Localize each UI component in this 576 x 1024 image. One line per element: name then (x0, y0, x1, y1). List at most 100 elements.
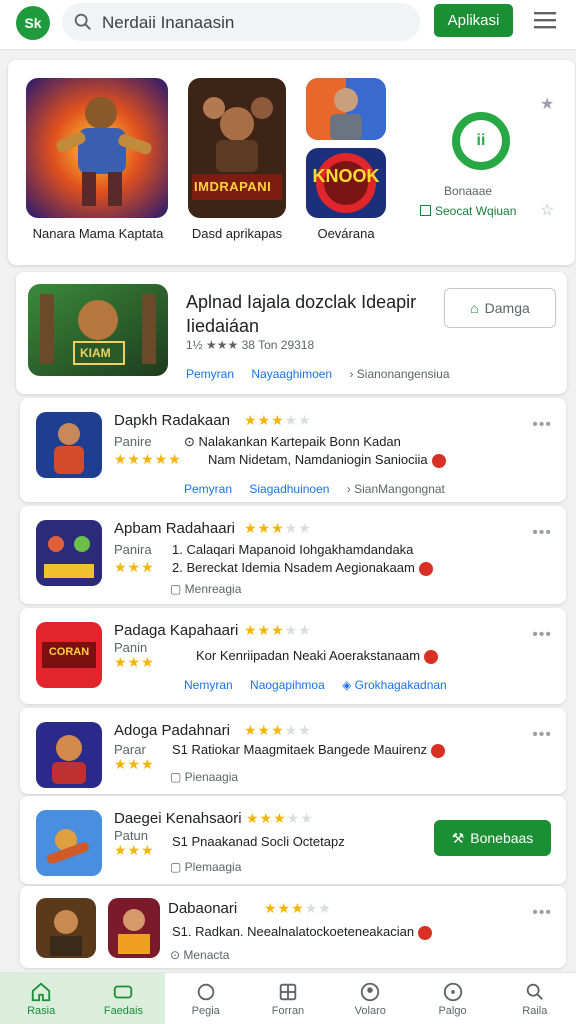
profile-icon (361, 982, 380, 1001)
app-links: Nemyran Naogapihmoa ◈ Grokhagakadnan (184, 678, 475, 692)
app-title[interactable]: Dabaonari (168, 900, 237, 917)
side-label: Bonaaae (444, 184, 493, 198)
nav-item-apps[interactable]: Pegia (165, 973, 247, 1024)
list-item[interactable]: Daegei Kenahsaori ★★★★★ Patun S1 Pnaakan… (20, 796, 566, 884)
promo-link[interactable]: Pemyran (186, 367, 234, 381)
app-description: Kor Kenriipadan Neaki Aoerakstanaam (196, 648, 439, 664)
featured-games-card: IMDRAPANI KNOOK Nanara Mama Kaptata Dasd… (8, 60, 575, 265)
app-description: ⊙ Nalakankan Kartepaik Bonn Kadan (184, 434, 401, 449)
app-subtitle: Panire (114, 434, 152, 449)
promo-title[interactable]: Aplnad Iajala dozclak Ideapir Iiedaiáan (186, 290, 431, 338)
app-thumbnail[interactable] (36, 810, 102, 876)
games-icon (114, 985, 133, 998)
wrench-icon: ⚒ (451, 829, 465, 846)
nav-item-profile[interactable]: Volaro (329, 973, 411, 1024)
more-options-icon[interactable]: ••• (532, 726, 552, 744)
home-icon (31, 982, 51, 1001)
side-link[interactable]: Seocat Wqiuan (420, 204, 516, 218)
rating-stars: ★★★★★ (244, 520, 312, 536)
app-title[interactable]: Dapkh Radakaan (114, 412, 230, 429)
home-icon: ⌂ (470, 300, 479, 316)
apps-button[interactable]: Aplikasi (434, 4, 513, 37)
featured-item-label[interactable]: Nanara Mama Kaptata (24, 226, 172, 241)
rating-stars: ★★★ (114, 842, 155, 858)
rating-stars: ★★★★★ (244, 622, 312, 638)
app-thumbnail[interactable] (36, 722, 102, 788)
more-options-icon[interactable]: ••• (532, 524, 552, 542)
rating-stars: ★★★ (114, 756, 155, 772)
app-thumbnail[interactable] (36, 520, 102, 586)
rating-stars: ★★★★★ (244, 412, 312, 428)
grid-icon (279, 983, 297, 1000)
app-link[interactable]: › SianMangongnat (347, 482, 459, 496)
nav-item-circle[interactable]: Palgo (411, 973, 493, 1024)
app-thumbnail[interactable]: CORAN (36, 622, 102, 688)
app-title[interactable]: Apbam Radahaari (114, 520, 235, 537)
app-meta: ⊙ Menacta (170, 948, 230, 962)
rating-stars: ★★★ (114, 559, 155, 575)
app-link[interactable]: Naogapihmoa (250, 678, 325, 692)
promo-download-button[interactable]: ⌂ Damga (444, 288, 556, 328)
nav-item-search[interactable]: Raila (494, 973, 576, 1024)
star-outline-icon[interactable]: ☆ (540, 200, 554, 220)
app-subtitle: Panira (114, 542, 152, 557)
app-description: 2. Bereckat Idemia Nsadem Aegionakaam (172, 560, 433, 576)
app-thumbnail[interactable] (36, 412, 102, 478)
app-title[interactable]: Adoga Padahnari (114, 722, 230, 739)
app-title[interactable]: Daegei Kenahsaori (114, 810, 242, 827)
app-link[interactable]: Nemyran (184, 678, 233, 692)
app-link[interactable]: Pemyran (184, 482, 232, 496)
list-item[interactable]: Adoga Padahnari ★★★★★ Parar S1 Ratiokar … (20, 708, 566, 794)
app-thumbnail[interactable] (108, 898, 160, 958)
heroes-game-art[interactable]: IMDRAPANI (188, 78, 286, 218)
app-title[interactable]: Padaga Kapahaari (114, 622, 238, 639)
app-description: S1 Pnaakanad Socli Octetapz (172, 834, 345, 849)
app-links: Pemyran Siagadhuinoen › SianMangongnat (184, 482, 473, 496)
warrior-game-art[interactable] (26, 78, 168, 218)
rating-stars: ★★★★★ (114, 451, 182, 467)
rating-stars: ★★★★★ (244, 722, 312, 738)
app-meta: ▢ Pienaagia (170, 770, 239, 784)
promo-link[interactable]: › Sianonangensiua (349, 367, 463, 381)
list-item[interactable]: Apbam Radahaari ★★★★★ Panira 1. Calaqari… (20, 506, 566, 604)
more-options-icon[interactable]: ••• (532, 904, 552, 922)
nav-item-games[interactable]: Faedais (82, 973, 165, 1024)
knock-game-art[interactable]: KNOOK (306, 148, 386, 218)
checkbox-icon (420, 205, 431, 216)
badge-icon (431, 743, 446, 758)
nav-item-grid[interactable]: Forran (247, 973, 329, 1024)
promo-game-art[interactable]: KIAM (28, 284, 168, 376)
list-item[interactable]: Dabaonari ★★★★★ S1. Radkan. Neealnalatoc… (20, 886, 566, 968)
store-logo-icon[interactable]: Sk (16, 6, 50, 40)
promo-card[interactable]: KIAM Aplnad Iajala dozclak Ideapir Iieda… (16, 272, 567, 394)
featured-item-label[interactable]: Dasd aprikapas (184, 226, 290, 241)
search-input[interactable] (102, 12, 402, 34)
search-bar[interactable] (62, 3, 420, 41)
search-icon (74, 13, 91, 30)
app-subtitle: Patun (114, 828, 148, 843)
install-button[interactable]: ⚒ Bonebaas (434, 820, 551, 856)
app-thumbnail[interactable] (36, 898, 96, 958)
more-options-icon[interactable]: ••• (532, 416, 552, 434)
promo-art-text: KIAM (80, 346, 111, 360)
nav-item-home[interactable]: Rasia (0, 973, 83, 1024)
app-description: Nam Nidetam, Namdaniogin Saniociia (208, 452, 446, 468)
list-item[interactable]: Dapkh Radakaan ★★★★★ Panire ⊙ Nalakankan… (20, 398, 566, 502)
featured-item-label[interactable]: Oevárana (298, 226, 394, 241)
circle-icon (443, 982, 462, 1001)
app-meta: ▢ Plemaagia (170, 860, 242, 874)
app-description: S1. Radkan. Neealnalatockoeteneakacian (172, 924, 433, 940)
app-badge-icon[interactable]: ii (452, 112, 510, 170)
badge-icon (418, 561, 433, 576)
app-link[interactable]: Siagadhuinoen (249, 482, 329, 496)
app-subtitle: Panin (114, 640, 148, 655)
hamburger-menu-icon[interactable] (534, 10, 556, 30)
star-outline-icon[interactable]: ★ (540, 94, 554, 114)
promo-link[interactable]: Nayaaghimoen (251, 367, 332, 381)
search-icon (526, 983, 543, 1000)
list-item[interactable]: CORAN Padaga Kapahaari ★★★★★ Panin ★★★ K… (20, 608, 566, 704)
more-options-icon[interactable]: ••• (532, 626, 552, 644)
promo-links: Pemyran Nayaaghimoen › Sianonangensiua (186, 367, 478, 381)
knight-game-art[interactable] (306, 78, 386, 140)
app-link[interactable]: ◈ Grokhagakadnan (342, 678, 461, 692)
